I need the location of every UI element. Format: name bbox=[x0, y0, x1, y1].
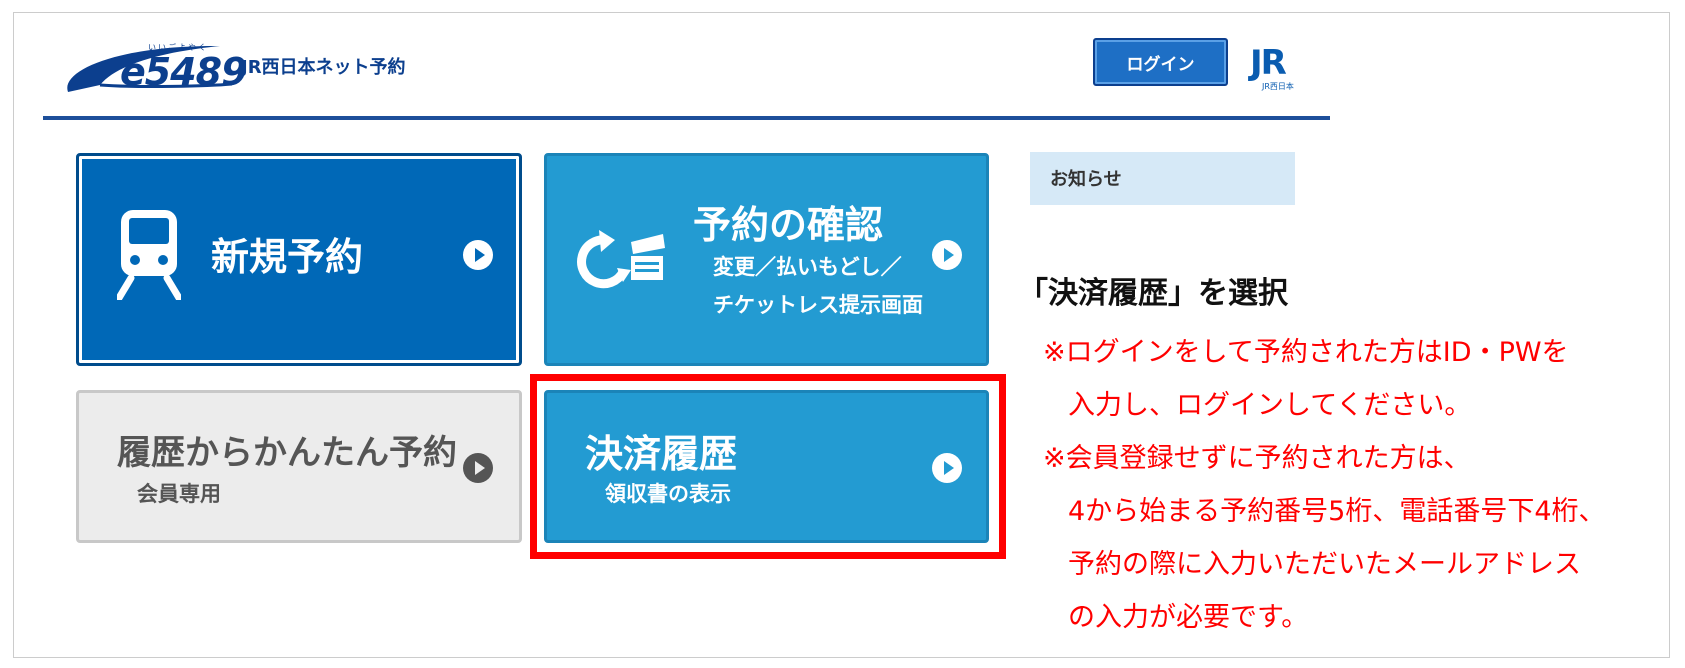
history-reservation-tile[interactable]: 履歴からかんたん予約 会員専用 bbox=[76, 390, 522, 543]
check-reservation-tile[interactable]: 予約の確認 変更／払いもどし／ チケットレス提示画面 bbox=[544, 153, 989, 366]
notice-title: お知らせ bbox=[1050, 169, 1122, 190]
history-reservation-title: 履歴からかんたん予約 bbox=[117, 433, 457, 473]
note-line: ※会員登録せずに予約された方は、 bbox=[1043, 443, 1471, 474]
logo-text: e5489 bbox=[120, 50, 248, 94]
notice-box: お知らせ bbox=[1030, 152, 1295, 205]
new-reservation-title: 新規予約 bbox=[211, 235, 364, 279]
jr-logo-mark: JR bbox=[1250, 43, 1287, 83]
note-line: の入力が必要です。 bbox=[1068, 602, 1309, 633]
service-name: JR西日本ネット予約 bbox=[241, 57, 406, 78]
play-arrow-icon bbox=[932, 240, 962, 270]
new-reservation-tile[interactable]: 新規予約 bbox=[76, 153, 522, 366]
check-reservation-title: 予約の確認 bbox=[693, 203, 884, 247]
train-icon bbox=[117, 210, 181, 300]
play-arrow-icon bbox=[463, 453, 493, 483]
instruction-text: 「決済履歴」を選択 bbox=[1018, 276, 1288, 311]
jr-logo-subtext: JR西日本 bbox=[1262, 82, 1294, 91]
check-reservation-sub1: 変更／払いもどし／ bbox=[713, 255, 902, 279]
note-line: ※ログインをして予約された方はID・PWを bbox=[1043, 337, 1569, 368]
jr-west-logo: JR JR西日本 bbox=[1250, 43, 1312, 93]
highlight-frame bbox=[530, 374, 1006, 559]
refresh-ticket-icon bbox=[577, 230, 665, 289]
history-reservation-sub: 会員専用 bbox=[137, 482, 221, 506]
e5489-logo[interactable]: いいごよやく e5489 bbox=[60, 40, 248, 95]
login-button[interactable]: ログイン bbox=[1093, 38, 1228, 86]
play-arrow-icon bbox=[463, 240, 493, 270]
check-reservation-sub2: チケットレス提示画面 bbox=[713, 293, 923, 317]
header-divider bbox=[43, 116, 1330, 120]
note-line: 入力し、ログインしてください。 bbox=[1068, 390, 1472, 421]
note-line: 予約の際に入力いただいたメールアドレス bbox=[1068, 549, 1581, 580]
note-line: 4から始まる予約番号5桁、電話番号下4桁、 bbox=[1068, 496, 1606, 527]
